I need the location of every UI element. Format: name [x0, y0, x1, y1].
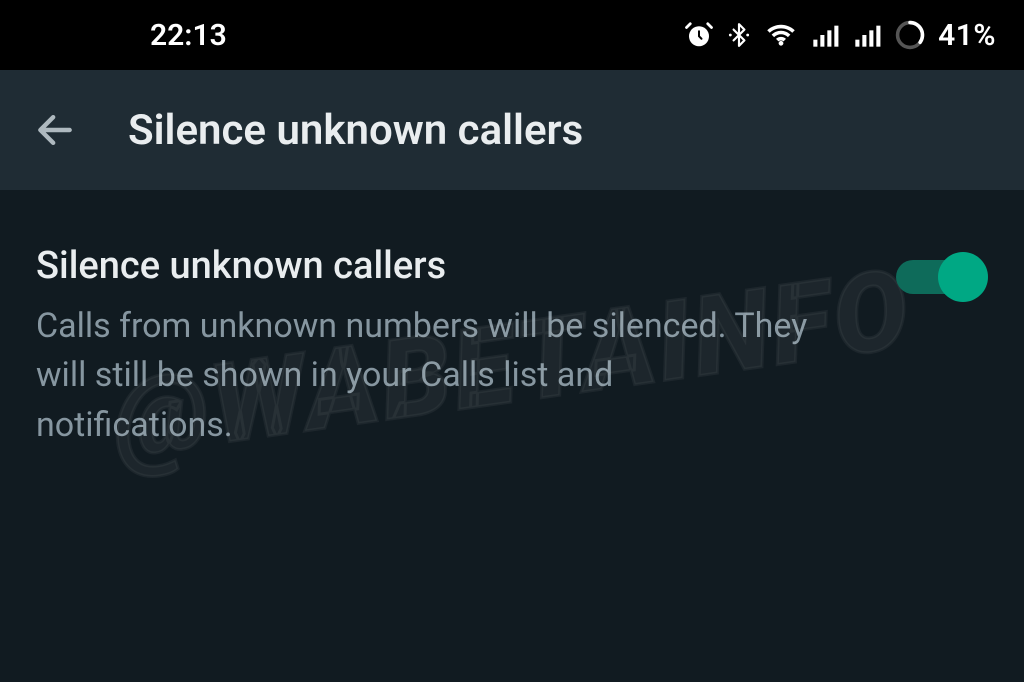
wifi-icon	[764, 20, 798, 50]
bluetooth-icon	[726, 20, 752, 50]
signal-2-icon	[852, 21, 882, 49]
setting-description: Calls from unknown numbers will be silen…	[36, 302, 816, 450]
toggle-switch[interactable]	[896, 252, 988, 302]
status-time: 22:13	[150, 18, 227, 53]
setting-title: Silence unknown callers	[36, 244, 816, 288]
signal-1-icon	[810, 21, 840, 49]
app-bar: Silence unknown callers	[0, 70, 1024, 190]
status-bar: 22:13	[0, 0, 1024, 70]
battery-ring-icon	[894, 19, 926, 51]
content-area: @WABETAINFO Silence unknown callers Call…	[0, 190, 1024, 490]
battery-text: 41%	[938, 18, 996, 53]
status-icons: 41%	[684, 18, 996, 53]
setting-row[interactable]: Silence unknown callers Calls from unkno…	[36, 244, 988, 450]
alarm-icon	[684, 20, 714, 50]
setting-text-block: Silence unknown callers Calls from unkno…	[36, 244, 816, 450]
back-button[interactable]	[30, 105, 80, 155]
page-title: Silence unknown callers	[128, 106, 583, 155]
toggle-thumb	[938, 252, 988, 302]
arrow-left-icon	[33, 108, 77, 152]
